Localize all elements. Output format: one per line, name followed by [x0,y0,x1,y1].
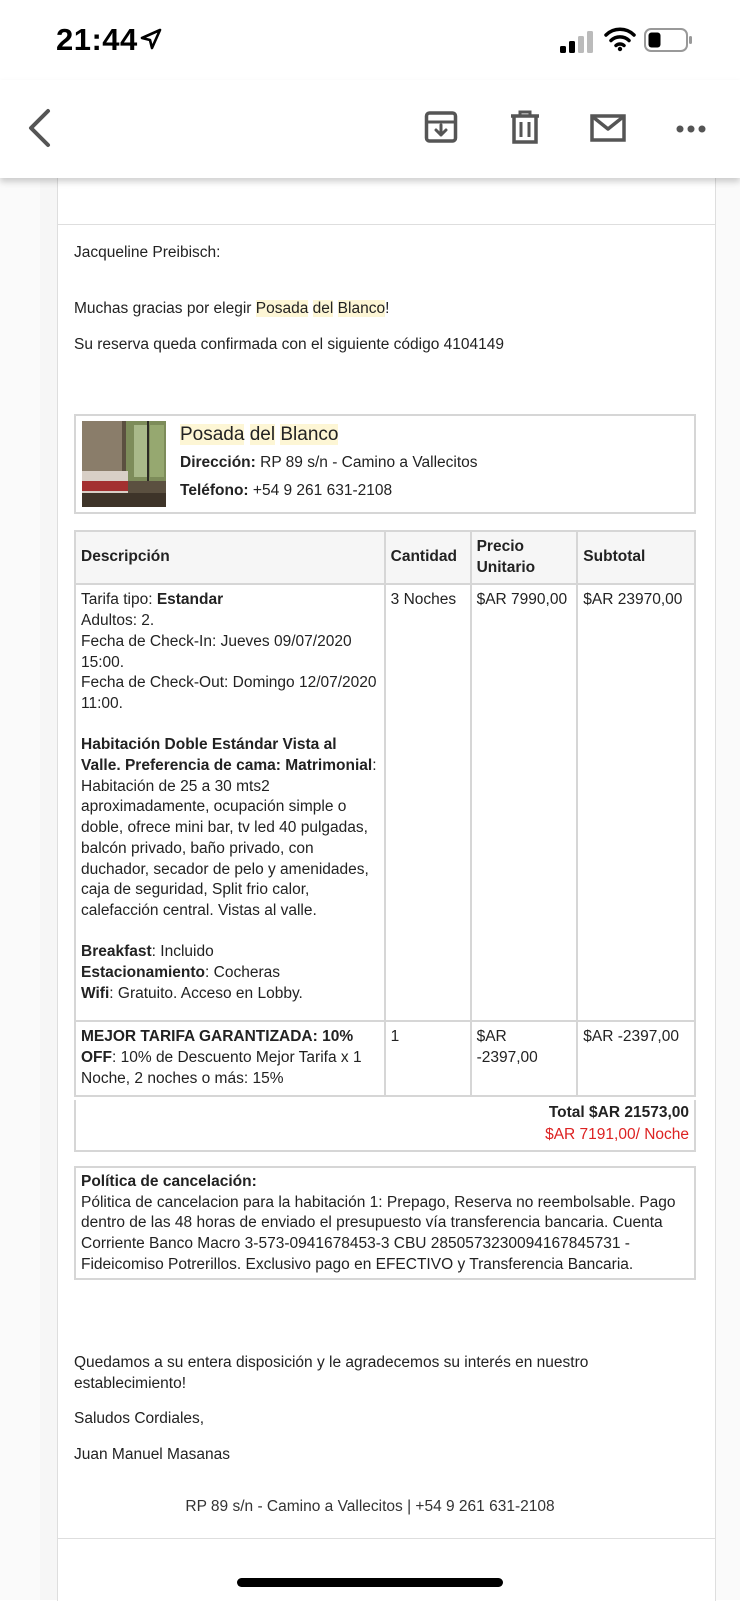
email-toolbar [0,80,740,178]
brand-highlight: Posada [255,300,309,317]
mail-icon[interactable] [590,114,626,142]
per-night-amount: $AR 7191,00/ Noche [545,1126,689,1143]
trash-icon[interactable] [510,110,540,144]
hotel-phone: Teléfono: +54 9 261 631-2108 [180,482,393,499]
thanks-line: Muchas gracias por elegir Posada del Bla… [74,300,390,317]
policy-text: Pólitica de cancelacion para la habitaci… [81,1193,676,1273]
greeting: Jacqueline Preibisch: [74,244,221,261]
row-description: Tarifa tipo: Estandar Adultos: 2. Fecha … [74,583,386,1023]
wifi-icon [604,27,636,52]
hotel-address: Dirección: RP 89 s/n - Camino a Vallecit… [180,454,478,471]
confirmation-line: Su reserva queda confirmada con el sigui… [74,336,504,353]
total-amount: Total $AR 21573,00 [548,1104,689,1121]
room-title: Habitación Doble Estándar Vista al Valle… [81,736,373,775]
hotel-name: Posada del Blanco [180,424,339,445]
table-row: MEJOR TARIFA GARANTIZADA: 10% OFF: 10% d… [74,1020,696,1097]
hotel-room-photo [82,421,166,507]
archive-icon[interactable] [424,110,458,144]
cancellation-policy: Política de cancelación: Pólitica de can… [74,1166,696,1280]
status-bar: 21:44 [0,0,740,80]
row-unit-price: $AR 7990,00 [469,583,579,1023]
hotel-card: Posada del Blanco Dirección: RP 89 s/n -… [74,414,696,514]
total-box: Total $AR 21573,00 $AR 7191,00/ Noche [74,1100,696,1152]
signature: Juan Manuel Masanas [74,1446,230,1463]
closing-message: Quedamos a su entera disposición y le ag… [74,1354,589,1392]
phone-link[interactable]: +54 9 261 631-2108 [253,482,392,499]
cellular-signal-icon [560,31,593,53]
status-time: 21:44 [56,22,138,57]
header-description: Descripción [74,529,386,586]
promo-quantity: 1 [383,1020,472,1097]
table-header-row: Descripción Cantidad Precio Unitario Sub… [74,529,696,586]
promo-unit-price: $AR -2397,00 [469,1020,579,1097]
promo-description: MEJOR TARIFA GARANTIZADA: 10% OFF: 10% d… [74,1020,386,1097]
card-top-section [57,178,716,225]
footer-contact: RP 89 s/n - Camino a Vallecitos | +54 9 … [185,1498,555,1515]
closing-greeting: Saludos Cordiales, [74,1410,205,1427]
location-arrow-icon [140,28,162,50]
row-subtotal: $AR 23970,00 [576,583,696,1023]
battery-icon [644,28,692,52]
room-description: Habitación de 25 a 30 mts2 aproximadamen… [81,777,369,919]
header-subtotal: Subtotal [576,529,696,586]
table-row: Tarifa tipo: Estandar Adultos: 2. Fecha … [74,583,696,1023]
promo-subtotal: $AR -2397,00 [576,1020,696,1097]
more-icon[interactable] [676,124,706,134]
reservation-table: Descripción Cantidad Precio Unitario Sub… [74,529,696,1097]
row-quantity: 3 Noches [383,583,472,1023]
card-bottom-section [57,1538,716,1601]
email-body-area[interactable]: Jacqueline Preibisch: Muchas gracias por… [0,178,740,1601]
policy-title: Política de cancelación: [81,1173,257,1190]
back-icon[interactable] [26,108,52,148]
home-indicator[interactable] [237,1578,503,1587]
header-quantity: Cantidad [383,529,472,586]
header-unit-price: Precio Unitario [469,529,579,586]
